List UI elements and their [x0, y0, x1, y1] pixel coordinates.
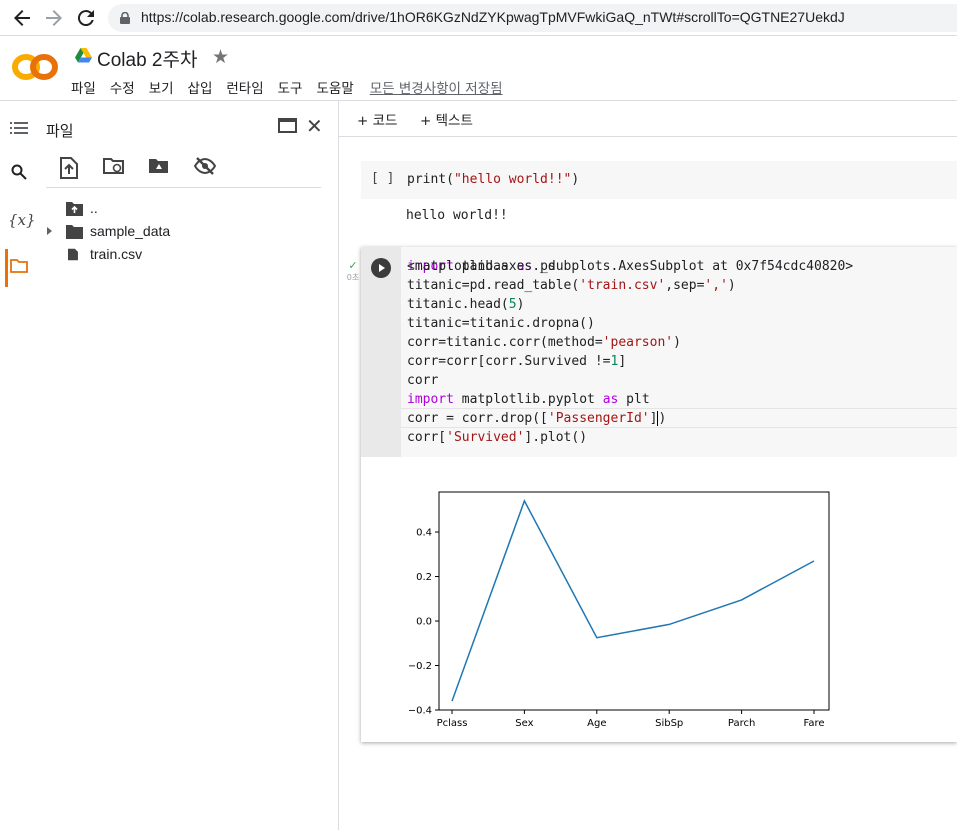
code-editor[interactable]: print("hello world!!"): [407, 170, 579, 189]
y-tick-label: 0.4: [416, 528, 432, 539]
menu-insert[interactable]: 삽입: [188, 77, 213, 97]
url-text: https://colab.research.google.com/drive/…: [141, 9, 845, 25]
back-arrow-icon[interactable]: [10, 6, 34, 30]
file-panel: 파일 ✕ .. sample_data train.csv: [38, 101, 339, 830]
tree-item-label: sample_data: [90, 223, 171, 239]
notebook-area: + 코드 + 텍스트 [ ] print("hello world!!") he…: [339, 101, 957, 830]
plot-frame: [438, 491, 830, 711]
menu-file[interactable]: 파일: [71, 77, 96, 97]
lock-icon: [120, 12, 130, 24]
file-icon: [68, 248, 78, 261]
file-panel-divider: [46, 187, 321, 188]
y-axis: 0.4 0.2 0.0 −0.2 −0.4: [409, 528, 439, 717]
x-tick-label: Fare: [803, 718, 824, 729]
google-drive-icon[interactable]: [75, 48, 92, 63]
folder-icon: [66, 225, 83, 239]
open-in-tab-icon[interactable]: [278, 118, 297, 133]
correlation-line-chart: 0.4 0.2 0.0 −0.2 −0.4 Pclass Sex Age SibSp Parch…: [409, 491, 830, 729]
x-axis: Pclass Sex Age SibSp Parch Fare: [437, 710, 825, 729]
menu-bar: 파일 수정 보기 삽입 런타임 도구 도움말 모든 변경사항이 저장됨: [71, 77, 517, 97]
menu-view[interactable]: 보기: [149, 77, 174, 97]
toc-icon[interactable]: [8, 119, 30, 141]
x-tick-label: SibSp: [655, 718, 683, 729]
menu-edit[interactable]: 수정: [110, 77, 135, 97]
refresh-folder-icon[interactable]: [103, 157, 125, 179]
tree-item-label: ..: [90, 200, 98, 216]
reload-icon[interactable]: [74, 6, 98, 30]
search-icon[interactable]: [8, 164, 30, 186]
x-tick-label: Sex: [515, 718, 533, 729]
upload-icon[interactable]: [60, 157, 82, 179]
folder-icon[interactable]: [8, 257, 30, 279]
hide-files-icon[interactable]: [193, 157, 217, 179]
y-tick-label: 0.2: [416, 572, 432, 583]
colab-header: CO Colab 2주차 ★ 파일 수정 보기 삽입 런타임 도구 도움말 모든…: [0, 37, 957, 100]
menu-runtime[interactable]: 런타임: [226, 77, 263, 97]
x-tick-label: Pclass: [437, 718, 468, 729]
notebook-toolbar: + 코드 + 텍스트: [339, 101, 957, 137]
x-tick-label: Parch: [728, 718, 755, 729]
close-icon[interactable]: ✕: [306, 114, 323, 138]
notebook-title[interactable]: Colab 2주차: [97, 45, 197, 72]
y-tick-label: −0.2: [409, 661, 432, 672]
save-status-link[interactable]: 모든 변경사항이 저장됨: [370, 77, 503, 97]
cell-1-output: hello world!!: [406, 208, 508, 223]
code-cell-1[interactable]: [ ] print("hello world!!"): [361, 161, 957, 199]
mount-drive-icon[interactable]: [148, 157, 170, 179]
address-bar[interactable]: https://colab.research.google.com/drive/…: [108, 4, 957, 32]
add-text-button[interactable]: + 텍스트: [420, 109, 473, 129]
browser-toolbar: https://colab.research.google.com/drive/…: [0, 0, 957, 36]
run-cell-button[interactable]: [371, 258, 391, 278]
variables-icon[interactable]: {x}: [8, 209, 36, 231]
menu-help[interactable]: 도움말: [316, 77, 353, 97]
y-tick-label: 0.0: [416, 617, 432, 628]
parent-folder-icon: [66, 202, 83, 216]
star-icon[interactable]: ★: [212, 46, 229, 68]
code-cell-2[interactable]: import pandas as pd titanic=pd.read_tabl…: [361, 247, 957, 742]
menu-tools[interactable]: 도구: [278, 77, 303, 97]
y-tick-label: −0.4: [409, 706, 432, 717]
execution-time: 0초: [346, 273, 360, 282]
file-panel-title: 파일: [46, 122, 74, 140]
cell-gutter: [361, 247, 401, 457]
forward-arrow-icon[interactable]: [42, 6, 66, 30]
tree-item-label: train.csv: [90, 246, 143, 262]
cell-2-output-text: <matplotlib.axes._subplots.AxesSubplot a…: [407, 259, 854, 274]
cell-run-bracket[interactable]: [ ]: [371, 171, 394, 186]
add-code-button[interactable]: + 코드: [357, 109, 397, 129]
colab-logo[interactable]: CO: [12, 53, 58, 81]
code-editor[interactable]: import pandas as pd titanic=pd.read_tabl…: [407, 257, 736, 447]
left-rail: {x}: [0, 101, 38, 830]
x-tick-label: Age: [587, 718, 606, 729]
expand-arrow-icon[interactable]: [47, 227, 52, 235]
